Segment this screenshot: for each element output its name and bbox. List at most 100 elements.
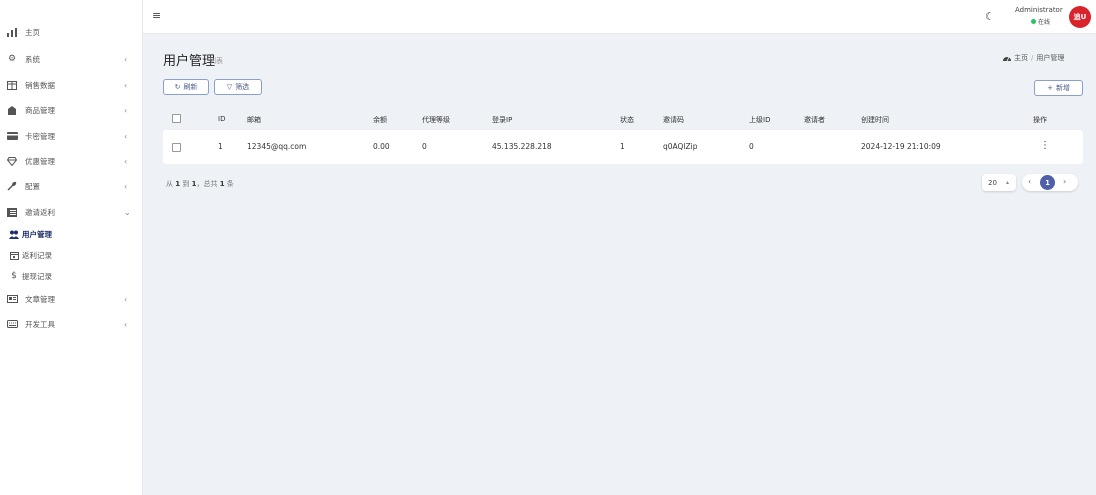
add-label: 新增 — [1055, 84, 1070, 92]
summary-suffix: 条 — [226, 180, 234, 188]
column-header[interactable]: 邮箱 — [247, 115, 261, 125]
filter-label: 筛选 — [235, 83, 250, 91]
breadcrumb-home-link[interactable]: 主页 — [1014, 53, 1028, 63]
table-row: 1 12345@qq.com 0.00 0 45.135.228.218 1 q… — [163, 130, 1083, 164]
cell-level: 0 — [422, 142, 427, 151]
box-icon — [6, 104, 18, 116]
summary-total: 1 — [219, 180, 225, 188]
cell-invite-code: q0AQlZip — [663, 142, 698, 151]
cell-email: 12345@qq.com — [247, 142, 307, 151]
summary-from: 1 — [175, 180, 181, 188]
status-text: 在线 — [1038, 19, 1051, 26]
sidebar-item-sales[interactable]: 销售数据 ‹ — [0, 77, 143, 93]
cell-id: 1 — [218, 142, 223, 151]
sidebar-item-label: 文章管理 — [25, 294, 55, 304]
sidebar-item-label: 系统 — [25, 54, 40, 64]
sidebar-item-discounts[interactable]: 优惠管理 ‹ — [0, 153, 143, 169]
chevron-left-icon: ‹ — [124, 319, 128, 329]
cell-balance: 0.00 — [373, 142, 390, 151]
sidebar-item-invite-rebate[interactable]: 邀请返利 ⌄ — [0, 204, 143, 220]
refresh-icon: ↻ — [174, 83, 181, 91]
sidebar-item-withdraw-records[interactable]: $ 提现记录 — [0, 268, 143, 284]
cell-created: 2024-12-19 21:10:09 — [861, 142, 941, 151]
select-all-checkbox[interactable] — [172, 114, 181, 123]
breadcrumb-current: 用户管理 — [1036, 54, 1065, 62]
online-status: 在线 — [1031, 17, 1050, 26]
sidebar-item-users[interactable]: 用户管理 — [0, 226, 143, 242]
page-subtitle: 列表 — [209, 57, 223, 65]
sidebar-item-label: 商品管理 — [25, 105, 55, 115]
chevron-left-icon: ‹ — [124, 80, 128, 90]
avatar[interactable]: 追U — [1069, 6, 1091, 28]
column-header[interactable]: ID — [218, 115, 225, 123]
page-size-value: 20 — [988, 178, 997, 187]
column-header[interactable]: 余额 — [373, 115, 387, 125]
list-icon — [6, 206, 18, 218]
chevron-left-icon: ‹ — [124, 131, 128, 141]
username: Administrator — [1015, 6, 1063, 14]
column-header[interactable]: 代理等级 — [422, 115, 450, 125]
sidebar-item-products[interactable]: 商品管理 ‹ — [0, 102, 143, 118]
sidebar-item-articles[interactable]: 文章管理 ‹ — [0, 291, 143, 307]
sidebar-item-rebate-records[interactable]: 返利记录 — [0, 247, 143, 263]
column-header[interactable]: 创建时间 — [861, 115, 889, 125]
sidebar-item-label: 开发工具 — [25, 319, 55, 329]
refresh-button[interactable]: ↻ 刷新 — [163, 79, 209, 95]
page-button-current[interactable]: 1 — [1040, 175, 1055, 190]
article-icon — [6, 293, 18, 305]
online-dot-icon — [1031, 19, 1036, 24]
cell-parent-id: 0 — [749, 142, 754, 151]
sidebar-item-home[interactable]: 主页 — [0, 24, 143, 40]
wrench-icon — [6, 180, 18, 192]
chevron-left-icon: ‹ — [124, 294, 128, 304]
sidebar-item-cards[interactable]: 卡密管理 ‹ — [0, 128, 143, 144]
cell-status: 1 — [620, 142, 625, 151]
keyboard-icon — [6, 318, 18, 330]
sidebar-item-label: 用户管理 — [22, 229, 52, 239]
column-header[interactable]: 邀请码 — [663, 115, 684, 125]
row-actions-menu-icon[interactable]: ⋮ — [1040, 140, 1050, 151]
chevron-left-icon: ‹ — [124, 54, 128, 64]
page-size-select[interactable]: 20 ▴ — [982, 174, 1016, 191]
sidebar-item-label: 优惠管理 — [25, 156, 55, 166]
calendar-icon — [8, 249, 20, 261]
plus-icon: + — [1047, 84, 1053, 92]
breadcrumb: 主页 / 用户管理 — [1003, 53, 1064, 63]
column-header[interactable]: 登录IP — [492, 115, 512, 125]
chevron-left-icon[interactable]: ‹ — [1028, 177, 1031, 186]
refresh-label: 刷新 — [183, 83, 198, 91]
pager: ‹ 1 › — [1022, 174, 1078, 191]
summary-prefix: 从 — [166, 180, 173, 188]
hamburger-menu-icon[interactable]: ≡ — [152, 9, 161, 22]
chevron-left-icon: ‹ — [124, 156, 128, 166]
sidebar-item-label: 返利记录 — [22, 250, 52, 260]
sidebar-item-dev-tools[interactable]: 开发工具 ‹ — [0, 316, 143, 332]
breadcrumb-separator: / — [1031, 54, 1034, 62]
filter-button[interactable]: ▽ 筛选 — [214, 79, 262, 95]
gear-icon: ⚙ — [7, 54, 17, 64]
chevron-right-icon[interactable]: › — [1063, 177, 1066, 186]
bar-chart-icon — [6, 26, 18, 38]
table-header: ID 邮箱 余额 代理等级 登录IP 状态 邀请码 上级ID 邀请者 创建时间 … — [163, 111, 1083, 127]
cell-ip: 45.135.228.218 — [492, 142, 552, 151]
pagination-summary: 从 1 到 1，总共 1 条 — [166, 179, 234, 189]
summary-total-word: ，总共 — [196, 180, 218, 188]
column-header[interactable]: 状态 — [620, 115, 634, 125]
dashboard-icon — [1003, 54, 1011, 63]
chevron-down-icon: ⌄ — [124, 207, 131, 217]
dollar-icon: $ — [11, 271, 17, 281]
page-title: 用户管理 — [163, 54, 216, 69]
top-bar: ≡ ☾ Administrator 在线 追U — [143, 0, 1096, 34]
column-header[interactable]: 上级ID — [749, 115, 770, 125]
card-icon — [6, 130, 18, 142]
moon-icon[interactable]: ☾ — [985, 10, 995, 23]
column-header[interactable]: 邀请者 — [804, 115, 825, 125]
filter-icon: ▽ — [226, 83, 233, 91]
sidebar-item-config[interactable]: 配置 ‹ — [0, 178, 143, 194]
sidebar-item-label: 销售数据 — [25, 80, 55, 90]
column-header: 操作 — [1033, 116, 1047, 124]
users-icon — [8, 228, 20, 240]
sidebar-item-system[interactable]: ⚙ 系统 ‹ — [0, 51, 143, 67]
add-button[interactable]: + 新增 — [1034, 80, 1083, 96]
row-checkbox[interactable] — [172, 143, 181, 152]
